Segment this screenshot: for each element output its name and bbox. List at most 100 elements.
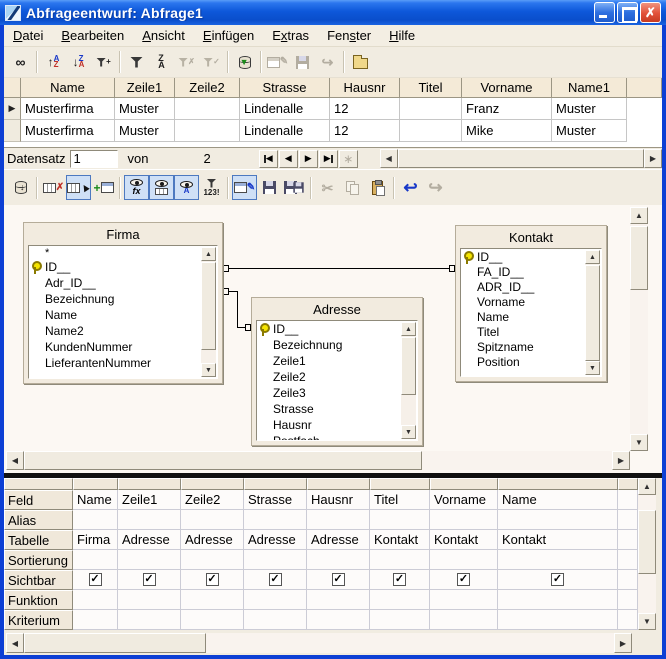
cell[interactable]: Lindenalle xyxy=(240,98,330,120)
cell[interactable]: Lindenalle xyxy=(240,120,330,142)
tabelle-cell[interactable]: Adresse xyxy=(244,530,307,550)
field-item[interactable]: Adr_ID__ xyxy=(29,275,217,291)
scroll-up-button[interactable]: ▲ xyxy=(638,478,656,495)
design-horizontal-scrollbar[interactable]: ◀ ▶ xyxy=(6,451,630,470)
cell[interactable]: Muster xyxy=(115,120,175,142)
field-item[interactable]: Position xyxy=(461,354,601,369)
menu-einfuegen[interactable]: Einfügen xyxy=(194,26,263,45)
column-header-hausnr[interactable]: Hausnr xyxy=(330,78,400,98)
cell[interactable] xyxy=(400,98,462,120)
alias-cell[interactable] xyxy=(430,510,498,530)
relation-line-firma-adresse[interactable] xyxy=(237,291,238,328)
sichtbar-checkbox[interactable]: ✓ xyxy=(393,573,406,586)
menu-hilfe[interactable]: Hilfe xyxy=(380,26,424,45)
kriterium-cell[interactable] xyxy=(618,610,638,630)
field-item[interactable]: FA_ID__ xyxy=(461,264,601,279)
field-item[interactable]: Name xyxy=(29,307,217,323)
next-record-button[interactable]: ▶ xyxy=(299,150,318,168)
title-bar[interactable]: Abfrageentwurf: Abfrage1 ✗ xyxy=(0,0,666,25)
kriterium-cell[interactable] xyxy=(498,610,618,630)
scroll-down-button[interactable]: ▼ xyxy=(201,363,216,377)
tabelle-cell[interactable]: Firma xyxy=(73,530,118,550)
alias-cell[interactable] xyxy=(181,510,244,530)
edit-record-button[interactable]: ✎ xyxy=(265,50,290,75)
delete-table-button[interactable]: ✗ xyxy=(41,175,66,200)
grid-vertical-scrollbar[interactable]: ▲ ▼ xyxy=(638,478,656,630)
menu-datei[interactable]: Datei xyxy=(4,26,52,45)
save-record-button[interactable] xyxy=(290,50,315,75)
table-title[interactable]: Firma xyxy=(24,223,222,245)
tabelle-cell[interactable]: Kontakt xyxy=(370,530,430,550)
cut-button[interactable]: ✂ xyxy=(315,175,340,200)
table-window-kontakt[interactable]: Kontakt ID__ FA_ID__ ADR_ID__ Vorname Na… xyxy=(455,225,607,382)
tabelle-cell[interactable]: Kontakt xyxy=(498,530,618,550)
new-record-button[interactable]: ∗ xyxy=(339,150,358,168)
scrollbar-thumb[interactable] xyxy=(638,510,656,574)
kriterium-cell[interactable] xyxy=(244,610,307,630)
field-item[interactable]: Vorname xyxy=(461,294,601,309)
column-header-titel[interactable]: Titel xyxy=(400,78,462,98)
show-sort-options-button[interactable]: A xyxy=(174,175,199,200)
filter-button[interactable] xyxy=(124,50,149,75)
feld-cell[interactable]: Hausnr xyxy=(307,490,370,510)
funktion-cell[interactable] xyxy=(430,590,498,610)
find-button[interactable]: ∞ xyxy=(8,50,33,75)
datasheet-horizontal-scrollbar[interactable]: ◀ ▶ xyxy=(380,149,662,168)
alias-cell[interactable] xyxy=(498,510,618,530)
column-header-zeile2[interactable]: Zeile2 xyxy=(175,78,240,98)
field-item[interactable]: Hausnr xyxy=(257,417,417,433)
scroll-up-button[interactable]: ▲ xyxy=(585,250,600,264)
column-header-name1[interactable]: Name1 xyxy=(552,78,627,98)
cell[interactable]: Muster xyxy=(552,120,627,142)
grid-column-selector[interactable] xyxy=(498,478,618,490)
field-item[interactable]: * xyxy=(29,246,217,259)
table-title[interactable]: Adresse xyxy=(252,298,422,320)
query-design-area[interactable]: Firma * ID__ Adr_ID__ Bezeichnung Name N… xyxy=(4,205,662,473)
tabelle-cell[interactable] xyxy=(618,530,638,550)
select-pointer-button[interactable]: ▲ xyxy=(66,175,91,200)
sichtbar-checkbox[interactable]: ✓ xyxy=(332,573,345,586)
tabelle-cell[interactable]: Adresse xyxy=(181,530,244,550)
field-item[interactable]: Bezeichnung xyxy=(29,291,217,307)
row-selector[interactable]: ▶ xyxy=(4,98,21,120)
scroll-down-button[interactable]: ▼ xyxy=(638,613,656,630)
scroll-left-button[interactable]: ◀ xyxy=(380,149,398,168)
field-item[interactable]: LieferantenNummer xyxy=(29,355,217,371)
menu-bearbeiten[interactable]: Bearbeiten xyxy=(52,26,133,45)
funktion-cell[interactable] xyxy=(618,590,638,610)
feld-cell[interactable]: Zeile1 xyxy=(118,490,181,510)
last-record-button[interactable]: ▶ xyxy=(319,150,338,168)
cell[interactable]: 12 xyxy=(330,98,400,120)
column-header-zeile1[interactable]: Zeile1 xyxy=(115,78,175,98)
scroll-right-button[interactable]: ▶ xyxy=(644,149,662,168)
revert-record-button[interactable]: ↪ xyxy=(315,50,340,75)
kriterium-cell[interactable] xyxy=(181,610,244,630)
kriterium-cell[interactable] xyxy=(370,610,430,630)
field-item[interactable]: Spitzname xyxy=(461,339,601,354)
feld-cell[interactable]: Vorname xyxy=(430,490,498,510)
toggle-filter-button[interactable]: ✓ xyxy=(199,50,224,75)
feld-cell[interactable]: Strasse xyxy=(244,490,307,510)
sortierung-cell[interactable] xyxy=(498,550,618,570)
grid-column-selector[interactable] xyxy=(244,478,307,490)
funktion-cell[interactable] xyxy=(181,590,244,610)
save-all-button[interactable] xyxy=(282,175,307,200)
datasheet-corner[interactable] xyxy=(4,78,21,98)
cell[interactable]: 12 xyxy=(330,120,400,142)
cell[interactable]: Muster xyxy=(115,98,175,120)
scrollbar-track[interactable] xyxy=(206,633,614,653)
cell[interactable]: Musterfirma xyxy=(21,98,115,120)
tabelle-cell[interactable]: Adresse xyxy=(307,530,370,550)
column-header-vorname[interactable]: Vorname xyxy=(462,78,552,98)
scrollbar-thumb[interactable] xyxy=(630,226,648,290)
alias-cell[interactable] xyxy=(307,510,370,530)
feld-cell[interactable]: Titel xyxy=(370,490,430,510)
cell[interactable]: Musterfirma xyxy=(21,120,115,142)
cell[interactable] xyxy=(175,98,240,120)
previous-record-button[interactable]: ◀ xyxy=(279,150,298,168)
grid-column-selector[interactable] xyxy=(307,478,370,490)
cell[interactable]: Franz xyxy=(462,98,552,120)
tabelle-cell[interactable]: Adresse xyxy=(118,530,181,550)
funktion-cell[interactable] xyxy=(73,590,118,610)
sichtbar-checkbox[interactable]: ✓ xyxy=(206,573,219,586)
